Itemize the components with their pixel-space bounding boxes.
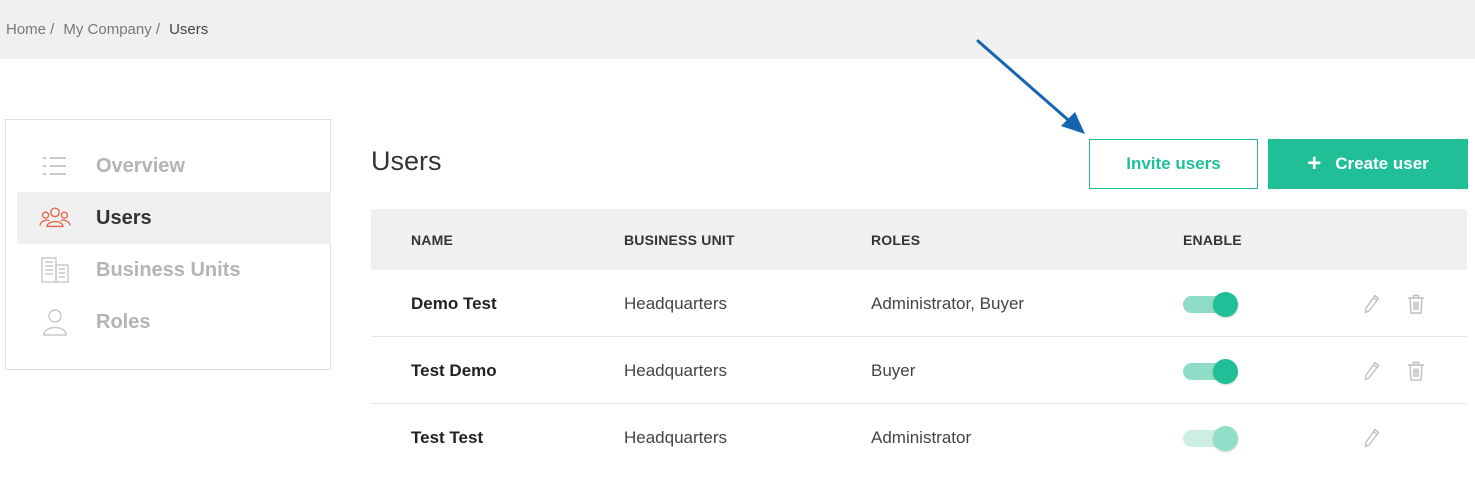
user-roles: Administrator, Buyer xyxy=(871,294,1025,313)
table-row: Demo Test Headquarters Administrator, Bu… xyxy=(371,270,1467,337)
users-icon xyxy=(39,205,71,231)
breadcrumb-my-company[interactable]: My Company / xyxy=(63,21,160,38)
sidebar-item-label: Business Units xyxy=(96,258,241,281)
enable-toggle[interactable] xyxy=(1183,359,1239,384)
user-business-unit: Headquarters xyxy=(624,361,728,380)
trash-icon[interactable] xyxy=(1405,359,1427,383)
table-header: NAME BUSINESS UNIT ROLES ENABLE xyxy=(371,209,1467,270)
building-icon xyxy=(39,257,71,283)
breadcrumb: Home / My Company / Users xyxy=(0,0,1475,59)
create-user-label: Create user xyxy=(1335,154,1429,173)
breadcrumb-home[interactable]: Home / xyxy=(6,21,54,38)
list-icon xyxy=(39,153,71,179)
sidebar-item-label: Users xyxy=(96,206,152,229)
table-row: Test Demo Headquarters Buyer xyxy=(371,337,1467,404)
user-business-unit: Headquarters xyxy=(624,294,728,313)
sidebar-item-overview[interactable]: Overview xyxy=(17,140,331,192)
create-user-button[interactable]: + Create user xyxy=(1268,139,1468,189)
column-header-name: NAME xyxy=(411,232,454,248)
person-icon xyxy=(39,309,71,336)
sidebar-item-users[interactable]: Users xyxy=(17,192,331,244)
user-roles: Administrator xyxy=(871,428,972,447)
invite-users-button[interactable]: Invite users xyxy=(1089,139,1258,189)
sidebar-item-roles[interactable]: Roles xyxy=(17,296,331,348)
sidebar: Overview Users Business Units Roles xyxy=(5,119,331,370)
table-row: Test Test Headquarters Administrator xyxy=(371,404,1467,471)
user-business-unit: Headquarters xyxy=(624,428,728,447)
enable-toggle xyxy=(1183,426,1239,451)
trash-icon[interactable] xyxy=(1405,292,1427,316)
column-header-roles: ROLES xyxy=(871,232,921,248)
plus-icon: + xyxy=(1307,150,1322,177)
annotation-arrow-icon xyxy=(976,39,1085,134)
enable-toggle[interactable] xyxy=(1183,292,1239,317)
breadcrumb-users: Users xyxy=(169,21,209,38)
column-header-business-unit: BUSINESS UNIT xyxy=(624,232,735,248)
user-name: Test Demo xyxy=(411,361,497,380)
sidebar-item-label: Roles xyxy=(96,310,151,333)
sidebar-item-business-units[interactable]: Business Units xyxy=(17,244,331,296)
sidebar-item-label: Overview xyxy=(96,154,185,177)
pencil-icon[interactable] xyxy=(1361,426,1383,450)
page-title: Users xyxy=(371,146,442,176)
pencil-icon[interactable] xyxy=(1361,359,1383,383)
column-header-enable: ENABLE xyxy=(1183,232,1242,248)
pencil-icon[interactable] xyxy=(1361,292,1383,316)
user-name: Demo Test xyxy=(411,294,497,313)
user-roles: Buyer xyxy=(871,361,916,380)
user-name: Test Test xyxy=(411,428,484,447)
